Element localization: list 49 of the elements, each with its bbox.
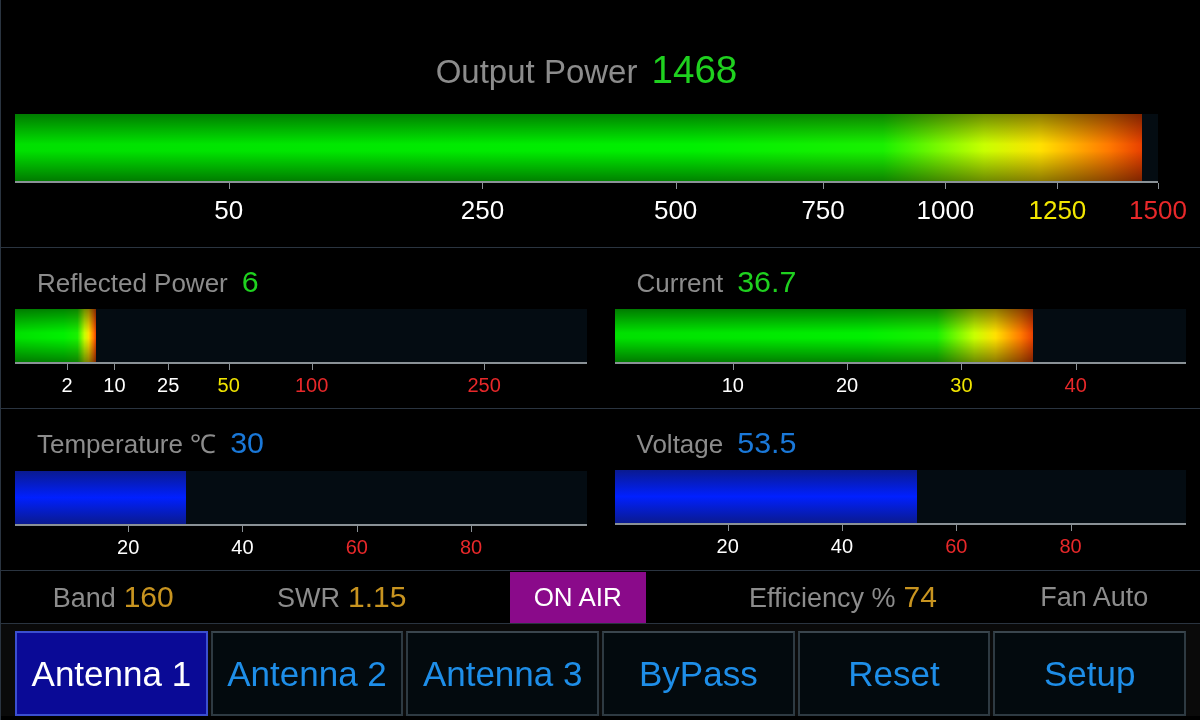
- meter-reading: 53.5: [737, 425, 797, 460]
- antenna-button[interactable]: Antenna 2: [210, 631, 404, 716]
- status-text: Fan Auto: [1040, 581, 1149, 613]
- meter-label: Output Power: [435, 53, 638, 91]
- meter-label: Temperature ℃: [37, 428, 217, 461]
- scale-label: 1000: [916, 195, 975, 226]
- status-value: 160: [123, 580, 174, 614]
- antenna-button[interactable]: Reset: [797, 631, 991, 716]
- scale-label: 750: [801, 195, 845, 226]
- antenna-button[interactable]: Setup: [993, 631, 1187, 716]
- scale-label: 250: [460, 195, 505, 226]
- scale-label: 40: [830, 535, 854, 558]
- antenna-button[interactable]: Antenna 3: [406, 631, 599, 716]
- meter-reading: 6: [241, 264, 259, 299]
- scale-label: 50: [214, 195, 244, 226]
- status-label: Band: [52, 583, 116, 614]
- scale-label: 1250: [1028, 195, 1087, 226]
- status-badge: ON AIR: [509, 571, 646, 623]
- scale-label: 60: [345, 536, 368, 559]
- scale-label: 10: [721, 374, 744, 397]
- antenna-button[interactable]: ByPass: [602, 631, 795, 716]
- scale-label: 500: [653, 195, 698, 226]
- scale-label: 20: [117, 536, 140, 559]
- meter-label: Voltage: [636, 429, 724, 460]
- scale-label: 80: [459, 536, 483, 559]
- scale-label: 100: [294, 374, 329, 397]
- scale-label: 20: [835, 374, 859, 397]
- status-value: 74: [903, 580, 937, 614]
- scale-label: 2: [61, 374, 73, 397]
- scale-label: 20: [716, 535, 739, 558]
- meter-reading: 1468: [651, 48, 738, 92]
- scale-label: 30: [950, 374, 973, 397]
- meter-label: Current: [636, 268, 724, 299]
- meter-reading: 30: [230, 425, 264, 460]
- scale-label: 40: [231, 536, 254, 559]
- meter-reading: 36.7: [737, 264, 797, 299]
- status-value: 1.15: [348, 580, 407, 614]
- scale-label: 60: [945, 535, 968, 558]
- scale-label: 1500: [1129, 195, 1187, 226]
- antenna-button[interactable]: Antenna 1: [15, 631, 208, 716]
- scale-label: 80: [1059, 535, 1082, 558]
- scale-label: 10: [103, 374, 126, 397]
- status-label: SWR: [277, 583, 340, 614]
- scale-label: 25: [157, 374, 180, 397]
- scale-label: 40: [1064, 374, 1087, 397]
- status-label: Efficiency %: [749, 583, 896, 614]
- scale-label: 50: [217, 374, 240, 397]
- meter-label: Reflected Power: [37, 268, 228, 299]
- scale-label: 250: [467, 374, 501, 397]
